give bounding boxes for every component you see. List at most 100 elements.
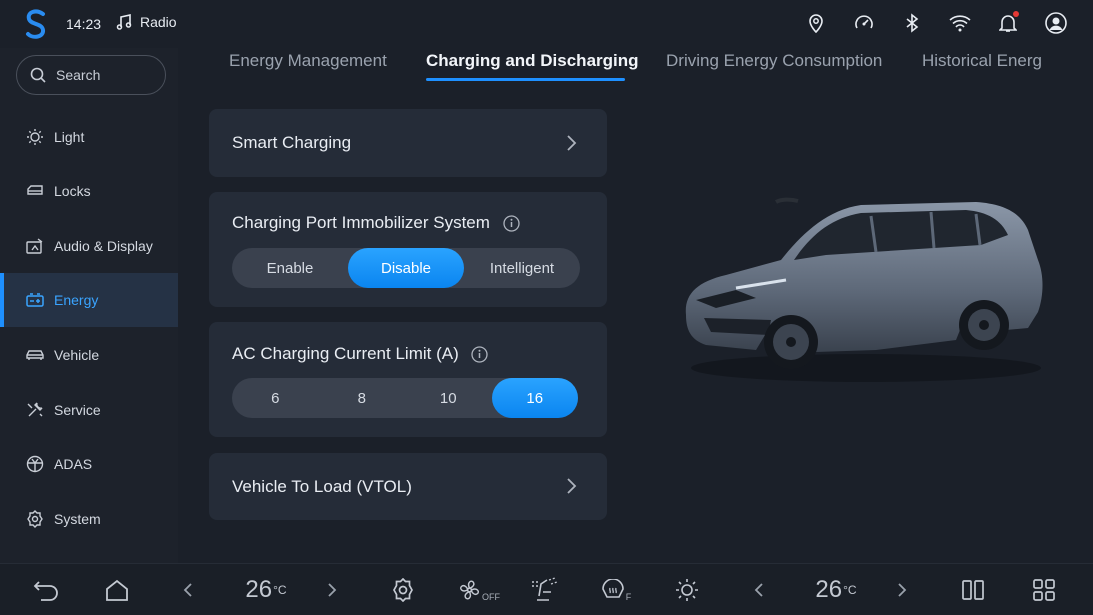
light-icon xyxy=(27,129,43,145)
brightness-button[interactable] xyxy=(670,564,704,615)
search-input[interactable]: Search xyxy=(16,55,166,95)
info-icon[interactable] xyxy=(471,346,489,363)
profile-icon[interactable] xyxy=(1043,10,1069,36)
location-icon[interactable] xyxy=(803,10,829,36)
tab-historical-energy[interactable]: Historical Energ xyxy=(922,51,1042,71)
right-temp-value: 26 xyxy=(815,576,843,603)
left-temp-value: 26 xyxy=(245,576,273,603)
bell-icon[interactable] xyxy=(995,10,1021,36)
immobilizer-selector: Enable Disable Intelligent xyxy=(232,248,580,288)
vtol-title: Vehicle To Load (VTOL) xyxy=(232,477,412,496)
fan-status: OFF xyxy=(482,592,500,602)
app-grid-button[interactable] xyxy=(1027,564,1061,615)
sidebar-item-service[interactable]: Service xyxy=(0,383,178,437)
home-icon xyxy=(106,579,128,601)
audio-display-icon xyxy=(26,238,43,254)
status-bar: 14:23 Radio xyxy=(0,0,1093,48)
sidebar-item-audio-display[interactable]: Audio & Display xyxy=(0,219,178,273)
immobilizer-title-row: Charging Port Immobilizer System xyxy=(232,213,520,233)
right-temp-unit: °C xyxy=(843,583,857,597)
left-temp-unit: °C xyxy=(273,583,287,597)
settings-button[interactable] xyxy=(386,564,420,615)
smart-charging-card[interactable]: Smart Charging xyxy=(209,109,607,177)
back-icon xyxy=(33,581,58,601)
car-icon xyxy=(26,350,44,360)
chevron-left-icon xyxy=(754,583,763,597)
option-disable[interactable]: Disable xyxy=(348,248,464,288)
media-label: Radio xyxy=(140,14,177,30)
sidebar-item-label: Vehicle xyxy=(54,347,100,363)
sidebar-item-light[interactable]: Light xyxy=(0,110,178,164)
active-tab-indicator xyxy=(426,78,625,81)
front-defrost-icon xyxy=(601,579,624,598)
vtol-card[interactable]: Vehicle To Load (VTOL) xyxy=(209,453,607,520)
sidebar-item-adas[interactable]: ADAS xyxy=(0,437,178,491)
right-temp-down-button[interactable] xyxy=(747,564,771,615)
sidebar-item-system[interactable]: System xyxy=(0,492,178,546)
info-icon[interactable] xyxy=(503,215,520,232)
lock-icon xyxy=(27,185,43,195)
music-note-icon xyxy=(116,14,132,30)
sidebar-item-label: Audio & Display xyxy=(54,238,153,254)
wifi-icon[interactable] xyxy=(947,10,973,36)
tab-energy-management[interactable]: Energy Management xyxy=(229,51,387,71)
fan-button[interactable]: OFF xyxy=(458,564,500,615)
front-defrost-label: F xyxy=(625,592,632,602)
sidebar-item-locks[interactable]: Locks xyxy=(0,164,178,218)
tab-driving-energy-consumption[interactable]: Driving Energy Consumption xyxy=(666,51,882,71)
speedometer-icon[interactable] xyxy=(851,10,877,36)
ac-limit-title-row: AC Charging Current Limit (A) xyxy=(232,344,489,364)
media-indicator[interactable]: Radio xyxy=(116,14,177,30)
ac-limit-title: AC Charging Current Limit (A) xyxy=(232,344,459,363)
chevron-right-icon xyxy=(328,583,337,597)
bluetooth-icon[interactable] xyxy=(899,10,925,36)
brand-logo[interactable] xyxy=(22,8,50,40)
option-16a[interactable]: 16 xyxy=(491,378,578,418)
sidebar-item-vehicle[interactable]: Vehicle xyxy=(0,328,178,382)
sidebar-item-label: ADAS xyxy=(54,456,93,472)
sidebar-item-label: System xyxy=(54,511,101,527)
chevron-right-icon xyxy=(567,478,577,494)
right-temperature: 26 °C xyxy=(806,564,866,615)
option-8a[interactable]: 8 xyxy=(319,378,406,418)
back-button[interactable] xyxy=(28,564,64,615)
ac-current-limit-card: AC Charging Current Limit (A) 6 8 10 16 xyxy=(209,322,607,437)
immobilizer-title: Charging Port Immobilizer System xyxy=(232,213,490,232)
sidebar-item-energy[interactable]: Energy xyxy=(0,273,178,327)
steering-wheel-icon xyxy=(26,455,44,473)
left-temperature: 26 °C xyxy=(236,564,296,615)
clock: 14:23 xyxy=(66,16,102,32)
vehicle-image xyxy=(685,197,1043,382)
left-temp-up-button[interactable] xyxy=(320,564,344,615)
split-screen-button[interactable] xyxy=(956,564,990,615)
left-temp-down-button[interactable] xyxy=(176,564,200,615)
notification-dot xyxy=(1013,11,1019,17)
home-button[interactable] xyxy=(99,564,135,615)
airflow-seat-icon xyxy=(532,577,558,601)
chevron-right-icon xyxy=(898,583,907,597)
option-10a[interactable]: 10 xyxy=(405,378,492,418)
app-grid-icon xyxy=(1033,579,1055,601)
chevron-left-icon xyxy=(183,583,192,597)
front-defrost-button[interactable]: F xyxy=(598,564,634,615)
immobilizer-card: Charging Port Immobilizer System Enable … xyxy=(209,192,607,307)
sidebar-item-label: Locks xyxy=(54,183,91,199)
fan-icon xyxy=(460,580,479,600)
option-6a[interactable]: 6 xyxy=(232,378,319,418)
sidebar-item-label: Energy xyxy=(54,292,99,308)
option-intelligent[interactable]: Intelligent xyxy=(464,248,580,288)
sidebar-item-label: Service xyxy=(54,402,101,418)
option-enable[interactable]: Enable xyxy=(232,248,348,288)
battery-icon xyxy=(26,293,44,307)
gear-icon xyxy=(393,578,413,602)
airflow-button[interactable] xyxy=(526,564,562,615)
ac-limit-selector: 6 8 10 16 xyxy=(232,378,578,418)
climate-bar: 26 °C OFF F 26 °C xyxy=(0,563,1093,615)
smart-charging-title: Smart Charging xyxy=(232,133,352,152)
brightness-icon xyxy=(676,579,698,601)
right-temp-up-button[interactable] xyxy=(890,564,914,615)
chevron-right-icon xyxy=(567,135,577,151)
tab-charging-discharging[interactable]: Charging and Discharging xyxy=(426,51,639,71)
split-screen-icon xyxy=(962,580,984,600)
gear-icon xyxy=(27,510,43,528)
